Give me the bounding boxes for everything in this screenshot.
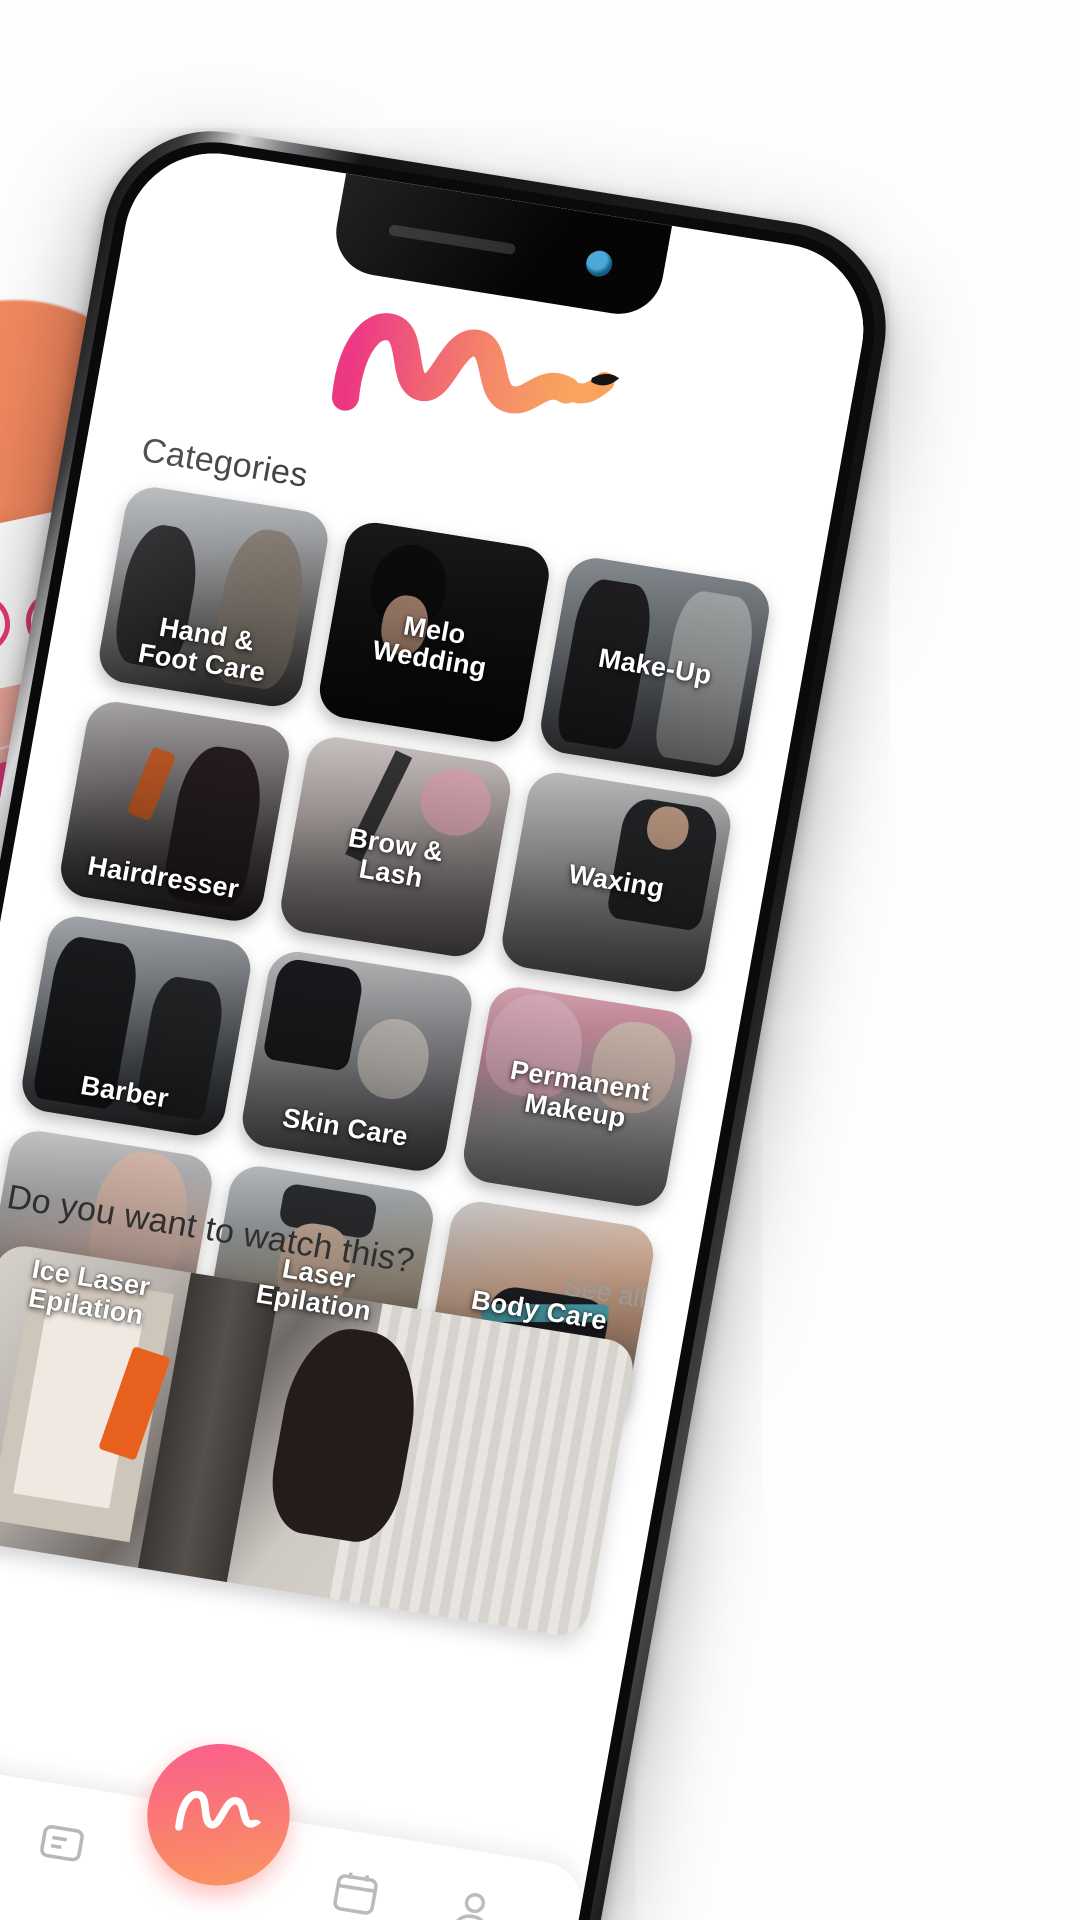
profile-icon[interactable] bbox=[444, 1883, 502, 1920]
category-tile-hairdresser[interactable]: Hairdresser bbox=[56, 697, 295, 926]
category-tile-barber[interactable]: Barber bbox=[17, 912, 256, 1140]
category-tile-permanent-makeup[interactable]: Permanent Makeup bbox=[458, 982, 697, 1211]
category-tile-melo-wedding[interactable]: Melo Wedding bbox=[315, 518, 554, 746]
front-camera-icon bbox=[584, 248, 615, 279]
category-tile-brow-lash[interactable]: Brow & Lash bbox=[276, 733, 515, 961]
categories-grid: Hand & Foot Care Melo Wedding Make-Up Ha… bbox=[0, 483, 774, 1425]
category-tile-waxing[interactable]: Waxing bbox=[497, 768, 736, 996]
chat-icon[interactable] bbox=[33, 1817, 91, 1874]
bottom-navigation bbox=[0, 1750, 588, 1920]
category-tile-label: Melo Wedding bbox=[370, 610, 489, 683]
calendar-icon[interactable] bbox=[327, 1864, 385, 1920]
category-tile-skin-care[interactable]: Skin Care bbox=[238, 947, 477, 1175]
category-tile-hand-foot-care[interactable]: Hand & Foot Care bbox=[94, 483, 333, 711]
melo-logo-icon bbox=[331, 313, 620, 414]
category-tile-make-up[interactable]: Make-Up bbox=[535, 553, 774, 782]
melo-fab-logo bbox=[175, 1790, 262, 1831]
speaker-grille bbox=[387, 224, 517, 256]
category-tile-label: Brow & Lash bbox=[346, 822, 447, 894]
screenshot-root: el m nu ! o n care, hair… ye l Nail Poli… bbox=[0, 0, 1080, 1920]
category-tile-label: Laser Epilation bbox=[253, 1252, 374, 1327]
page-title: Categories bbox=[138, 430, 311, 495]
